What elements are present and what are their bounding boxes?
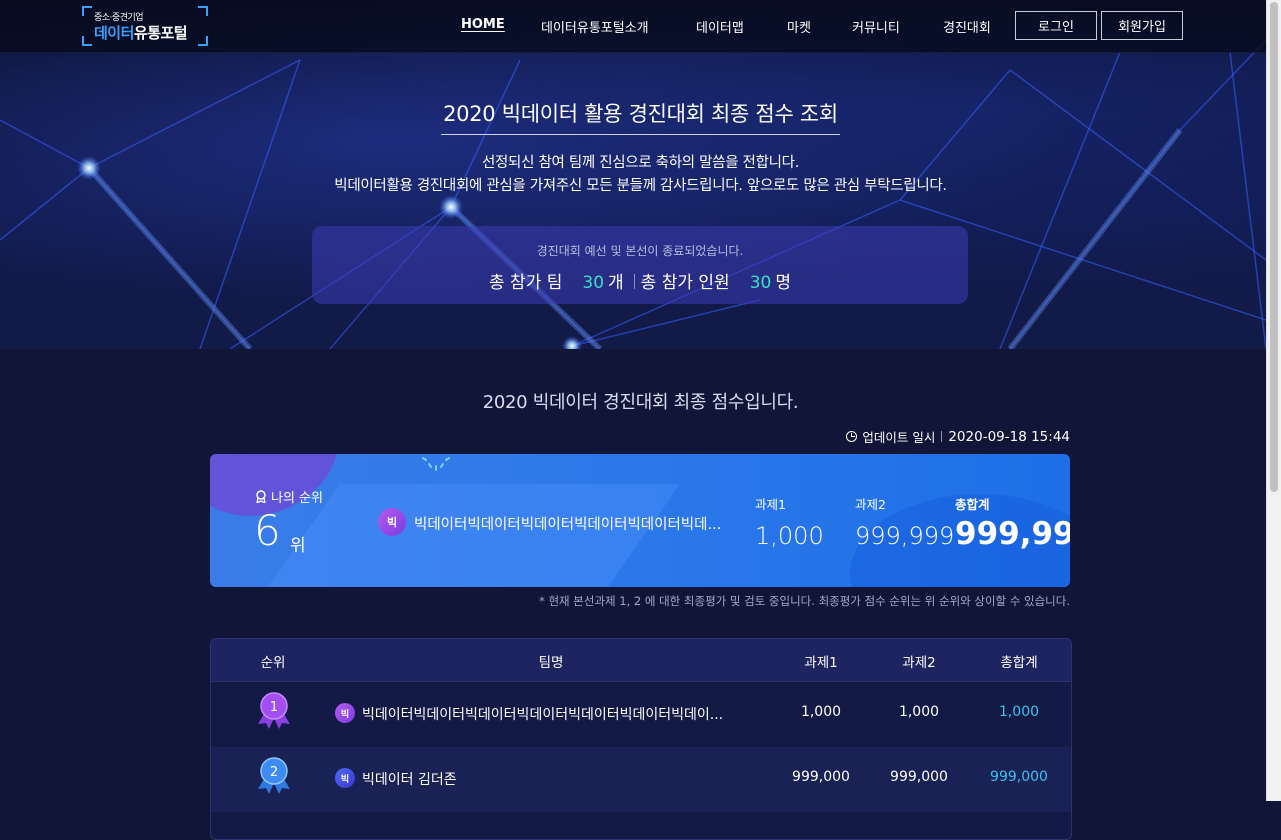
my-rank-card: 나의 순위 6 위 빅 빅데이터빅데이터빅데이터빅데이터빅데이터빅데... 과제… bbox=[210, 454, 1070, 587]
total-score: 999,999 bbox=[955, 516, 1070, 552]
header-task2: 과제2 bbox=[902, 655, 936, 671]
nav-contest[interactable]: 경진대회 bbox=[943, 17, 991, 36]
hero-description: 선정되신 참여 팀께 진심으로 축하의 말씀을 전합니다. 빅데이터활용 경진대… bbox=[334, 155, 947, 194]
task2-score: 1,000 bbox=[898, 704, 940, 720]
page-title: 2020 빅데이터 활용 경진대회 최종 점수 조회 bbox=[0, 98, 1266, 135]
table-row[interactable]: 2 빅 빅데이터 김더존 999,000 999,000 999,000 bbox=[211, 747, 1071, 812]
section-title: 2020 빅데이터 경진대회 최종 점수입니다. bbox=[482, 392, 799, 413]
participation-summary: 총 참가 팀 30 개 총 참가 인원 30 명 bbox=[489, 273, 791, 293]
total-teams-count: 30 bbox=[582, 273, 605, 293]
table-header: 순위 팀명 과제1 과제2 총합계 bbox=[211, 639, 1071, 682]
table-row[interactable]: 1 빅 빅데이터빅데이터빅데이터빅데이터빅데이터빅데이터빅데이... 1,000… bbox=[211, 682, 1071, 747]
nav-community[interactable]: 커뮤니티 bbox=[852, 17, 900, 36]
signup-button[interactable]: 회원가입 bbox=[1101, 11, 1183, 40]
scrollbar-thumb[interactable] bbox=[1270, 2, 1278, 492]
task1-score: 999,000 bbox=[792, 769, 850, 785]
header-total: 총합계 bbox=[1000, 655, 1038, 671]
svg-text:2: 2 bbox=[270, 765, 278, 780]
team-badge-icon: 빅 bbox=[335, 768, 355, 788]
top-navigation-bar: 중소·중견기업 데이터유통포털 HOME 데이터유통포털소개 데이터맵 마켓 커… bbox=[0, 0, 1266, 53]
loading-spinner-icon bbox=[422, 457, 450, 471]
update-timestamp: 업데이트 일시 2020-09-18 15:44 bbox=[846, 427, 1070, 446]
page-scrollbar[interactable] bbox=[1266, 0, 1281, 801]
nav-home[interactable]: HOME bbox=[461, 17, 505, 32]
award-icon bbox=[256, 490, 266, 503]
total-label: 총합계 bbox=[955, 497, 990, 512]
logo-title: 데이터유통포털 bbox=[94, 24, 188, 42]
contest-ended-notice: 경진대회 예선 및 본선이 종료되었습니다. bbox=[536, 244, 744, 258]
header-rank: 순위 bbox=[260, 655, 286, 671]
my-team-name: 빅데이터빅데이터빅데이터빅데이터빅데이터빅데... bbox=[414, 517, 722, 533]
participation-stats: 경진대회 예선 및 본선이 종료되었습니다. 총 참가 팀 30 개 총 참가 인원 3… bbox=[312, 226, 968, 304]
ranking-table: 순위 팀명 과제1 과제2 총합계 1 빅 빅데이터빅데이터빅데이터빅데이터빅데… bbox=[210, 638, 1072, 840]
portal-logo[interactable]: 중소·중견기업 데이터유통포털 bbox=[82, 6, 208, 46]
total-score: 1,000 bbox=[998, 704, 1040, 720]
total-score: 999,000 bbox=[990, 769, 1048, 785]
team-name: 빅데이터빅데이터빅데이터빅데이터빅데이터빅데이터빅데이... bbox=[362, 707, 724, 723]
team-name: 빅데이터 김더존 bbox=[362, 772, 457, 788]
nav-portal-intro[interactable]: 데이터유통포털소개 bbox=[541, 17, 649, 36]
my-rank-unit: 위 bbox=[290, 536, 306, 556]
task1-score: 1,000 bbox=[800, 704, 842, 720]
total-people-count: 30 bbox=[749, 273, 772, 293]
team-badge-icon: 빅 bbox=[335, 703, 355, 723]
task1-label: 과제1 bbox=[755, 497, 786, 512]
header-team: 팀명 bbox=[538, 655, 564, 671]
rank-medal-icon: 1 bbox=[258, 692, 290, 729]
my-rank-number: 6 bbox=[254, 506, 281, 555]
login-button[interactable]: 로그인 bbox=[1015, 11, 1097, 40]
nav-market[interactable]: 마켓 bbox=[787, 17, 811, 36]
evaluation-footnote: * 현재 본선과제 1, 2 에 대한 최종평가 및 검토 중입니다. 최종평가… bbox=[539, 594, 1070, 608]
task2-label: 과제2 bbox=[855, 497, 886, 512]
task2-score: 999,000 bbox=[890, 769, 948, 785]
nav-data-map[interactable]: 데이터맵 bbox=[696, 17, 744, 36]
task1-score: 1,000 bbox=[755, 522, 824, 550]
task2-score: 999,999 bbox=[855, 522, 955, 550]
team-badge-icon: 빅 bbox=[378, 508, 406, 536]
rank-medal-icon: 2 bbox=[258, 757, 290, 794]
svg-text:1: 1 bbox=[270, 700, 278, 715]
clock-icon bbox=[846, 431, 858, 442]
header-task1: 과제1 bbox=[804, 655, 838, 671]
hero-banner: 중소·중견기업 데이터유통포털 HOME 데이터유통포털소개 데이터맵 마켓 커… bbox=[0, 0, 1266, 349]
my-rank-label: 나의 순위 bbox=[255, 487, 323, 506]
